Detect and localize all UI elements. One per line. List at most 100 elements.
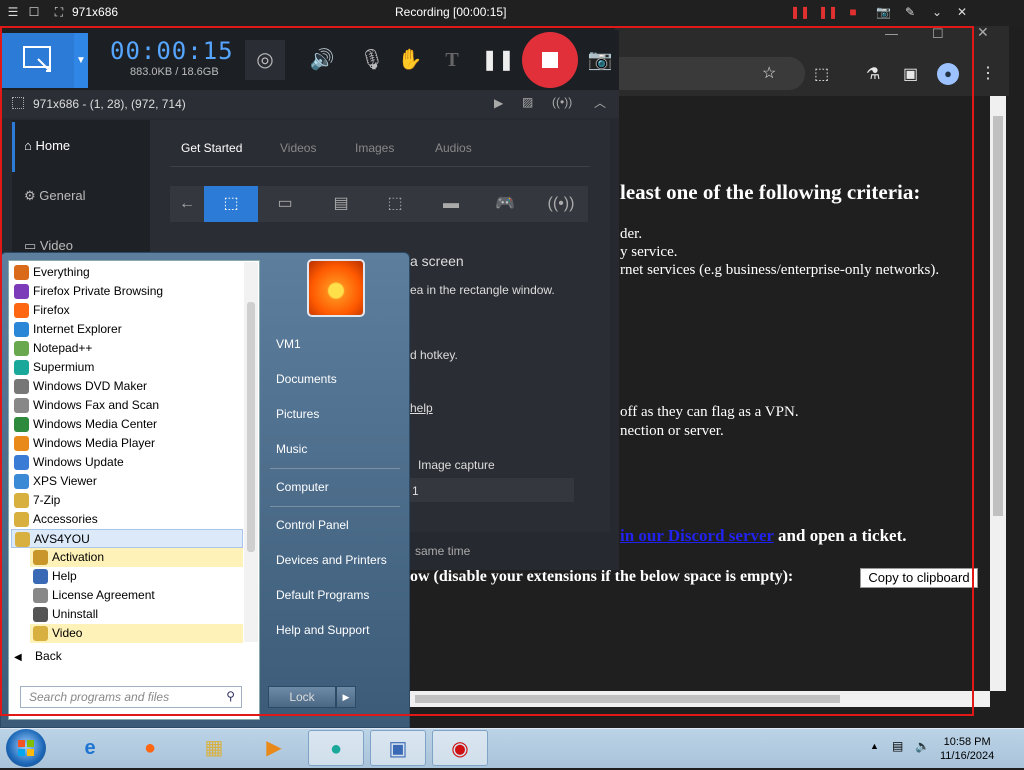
collapse-icon[interactable]: ⌄: [930, 5, 944, 19]
mode-region-icon[interactable]: ⬚: [204, 186, 258, 222]
camera-icon[interactable]: 📷: [876, 5, 891, 19]
speaker-icon[interactable]: 🔊: [302, 40, 342, 80]
pencil-icon[interactable]: ✎: [903, 5, 917, 19]
back-button[interactable]: ◀ Back: [14, 649, 62, 663]
more-menu-icon[interactable]: ⋮: [980, 63, 996, 83]
lab-icon[interactable]: ⚗: [866, 64, 880, 84]
discord-link[interactable]: in our Discord server: [620, 526, 774, 545]
profile-icon[interactable]: ●: [937, 63, 959, 85]
pause-icon[interactable]: ❚❚: [818, 5, 838, 19]
mode-game-icon[interactable]: 🎮: [478, 186, 532, 222]
effects-icon[interactable]: ✋: [390, 40, 430, 80]
bookmark-star-icon[interactable]: ☆: [762, 63, 776, 83]
help-link[interactable]: help: [410, 401, 433, 415]
program-subitem[interactable]: Activation: [30, 548, 243, 567]
program-item[interactable]: Notepad++: [11, 339, 243, 358]
internet-explorer-taskbar-icon[interactable]: e: [62, 730, 118, 766]
supermium-taskbar-icon[interactable]: ●: [308, 730, 364, 766]
media-player-taskbar-icon[interactable]: ▶: [246, 730, 302, 766]
start-menu-link[interactable]: Default Programs: [276, 588, 369, 602]
program-item[interactable]: Windows DVD Maker: [11, 377, 243, 396]
program-item[interactable]: Windows Fax and Scan: [11, 396, 243, 415]
pause-button[interactable]: ❚❚: [478, 40, 518, 80]
mode-device-icon[interactable]: ▬: [424, 186, 478, 222]
start-button[interactable]: [6, 729, 46, 767]
start-menu-link[interactable]: Control Panel: [276, 518, 349, 532]
microphone-icon[interactable]: 🎙: [352, 40, 392, 80]
hotkey-field[interactable]: [410, 478, 574, 502]
program-item[interactable]: Firefox Private Browsing: [11, 282, 243, 301]
user-avatar[interactable]: [307, 259, 365, 317]
back-arrow-icon[interactable]: ←: [170, 186, 204, 222]
program-subitem[interactable]: Uninstall: [30, 605, 243, 624]
screenshot-icon[interactable]: 📷: [582, 40, 618, 80]
program-item[interactable]: XPS Viewer: [11, 472, 243, 491]
shutdown-options-button[interactable]: ▶: [336, 686, 356, 708]
start-menu-link[interactable]: Help and Support: [276, 623, 369, 637]
start-menu-link[interactable]: Computer: [276, 480, 329, 494]
sidebar-item-general[interactable]: ⚙ General: [24, 188, 86, 204]
broadcast-icon[interactable]: ((•)): [552, 95, 572, 109]
tab-videos[interactable]: Videos: [280, 141, 316, 155]
program-item[interactable]: Firefox: [11, 301, 243, 320]
lock-button[interactable]: Lock: [268, 686, 336, 708]
text-icon[interactable]: T: [432, 40, 472, 80]
stop-icon[interactable]: ■: [846, 5, 860, 19]
image-icon[interactable]: ▨: [522, 95, 533, 109]
tab-images[interactable]: Images: [355, 141, 394, 155]
start-menu-link[interactable]: Pictures: [276, 407, 319, 421]
program-item[interactable]: Everything: [11, 263, 243, 282]
program-subitem[interactable]: Video: [30, 624, 243, 643]
crop-icon[interactable]: ⛶: [52, 5, 66, 19]
collapse-icon[interactable]: ︿: [594, 94, 606, 111]
capture-mode-dropdown[interactable]: ▼: [74, 33, 88, 88]
recorder-taskbar-icon[interactable]: ◉: [432, 730, 488, 766]
start-menu-link[interactable]: Devices and Printers: [276, 553, 387, 567]
start-menu-link[interactable]: VM1: [276, 337, 301, 351]
sidepanel-icon[interactable]: ▣: [903, 64, 918, 84]
address-bar[interactable]: ☆: [615, 57, 805, 90]
video-icon[interactable]: ▶: [494, 96, 503, 110]
taskbar-clock[interactable]: 10:58 PM 11/16/2024: [940, 735, 994, 763]
program-item[interactable]: AVS4YOU: [11, 529, 243, 548]
program-item[interactable]: Internet Explorer: [11, 320, 243, 339]
program-item[interactable]: Supermium: [11, 358, 243, 377]
region-icon[interactable]: ☐: [27, 5, 41, 19]
capture-mode-button[interactable]: [2, 33, 74, 88]
program-item[interactable]: Windows Media Center: [11, 415, 243, 434]
tray-expand-icon[interactable]: ▲: [870, 741, 879, 751]
program-item[interactable]: Windows Media Player: [11, 434, 243, 453]
menu-icon[interactable]: ☰: [6, 5, 20, 19]
program-item[interactable]: Windows Update: [11, 453, 243, 472]
program-item[interactable]: Accessories: [11, 510, 243, 529]
extensions-icon[interactable]: ⬚: [814, 64, 829, 84]
stop-recording-button[interactable]: [522, 32, 578, 88]
tab-get-started[interactable]: Get Started: [181, 141, 242, 155]
firefox-taskbar-icon[interactable]: ●: [122, 730, 178, 766]
minimize-icon[interactable]: —: [885, 26, 898, 41]
program-subitem[interactable]: License Agreement: [30, 586, 243, 605]
sidebar-item-home[interactable]: ⌂ Home: [24, 138, 70, 153]
mode-window-icon[interactable]: ▤: [314, 186, 368, 222]
programs-scrollbar[interactable]: [244, 262, 258, 642]
copy-to-clipboard-button[interactable]: Copy to clipboard: [860, 568, 978, 588]
mode-fullscreen-icon[interactable]: ▭: [258, 186, 312, 222]
mode-audio-icon[interactable]: ((•)): [534, 186, 588, 222]
program-subitem[interactable]: Help: [30, 567, 243, 586]
tab-audios[interactable]: Audios: [435, 141, 472, 155]
horizontal-scrollbar[interactable]: [410, 691, 990, 707]
start-menu-link[interactable]: Music: [276, 442, 307, 456]
program-item[interactable]: 7-Zip: [11, 491, 243, 510]
vertical-scrollbar[interactable]: [990, 96, 1006, 691]
avs-taskbar-icon[interactable]: ▣: [370, 730, 426, 766]
close-icon[interactable]: ✕: [955, 5, 969, 19]
maximize-icon[interactable]: ☐: [932, 26, 944, 42]
search-programs-input[interactable]: Search programs and files ⚲: [20, 686, 242, 708]
close-icon[interactable]: ✕: [977, 24, 989, 41]
webcam-icon[interactable]: ◎: [245, 40, 285, 80]
search-icon[interactable]: ⚲: [226, 689, 235, 703]
mode-scroll-icon[interactable]: ⬚: [368, 186, 422, 222]
explorer-taskbar-icon[interactable]: ▦: [186, 730, 242, 766]
start-menu-link[interactable]: Documents: [276, 372, 337, 386]
network-icon[interactable]: ▤: [892, 739, 903, 753]
